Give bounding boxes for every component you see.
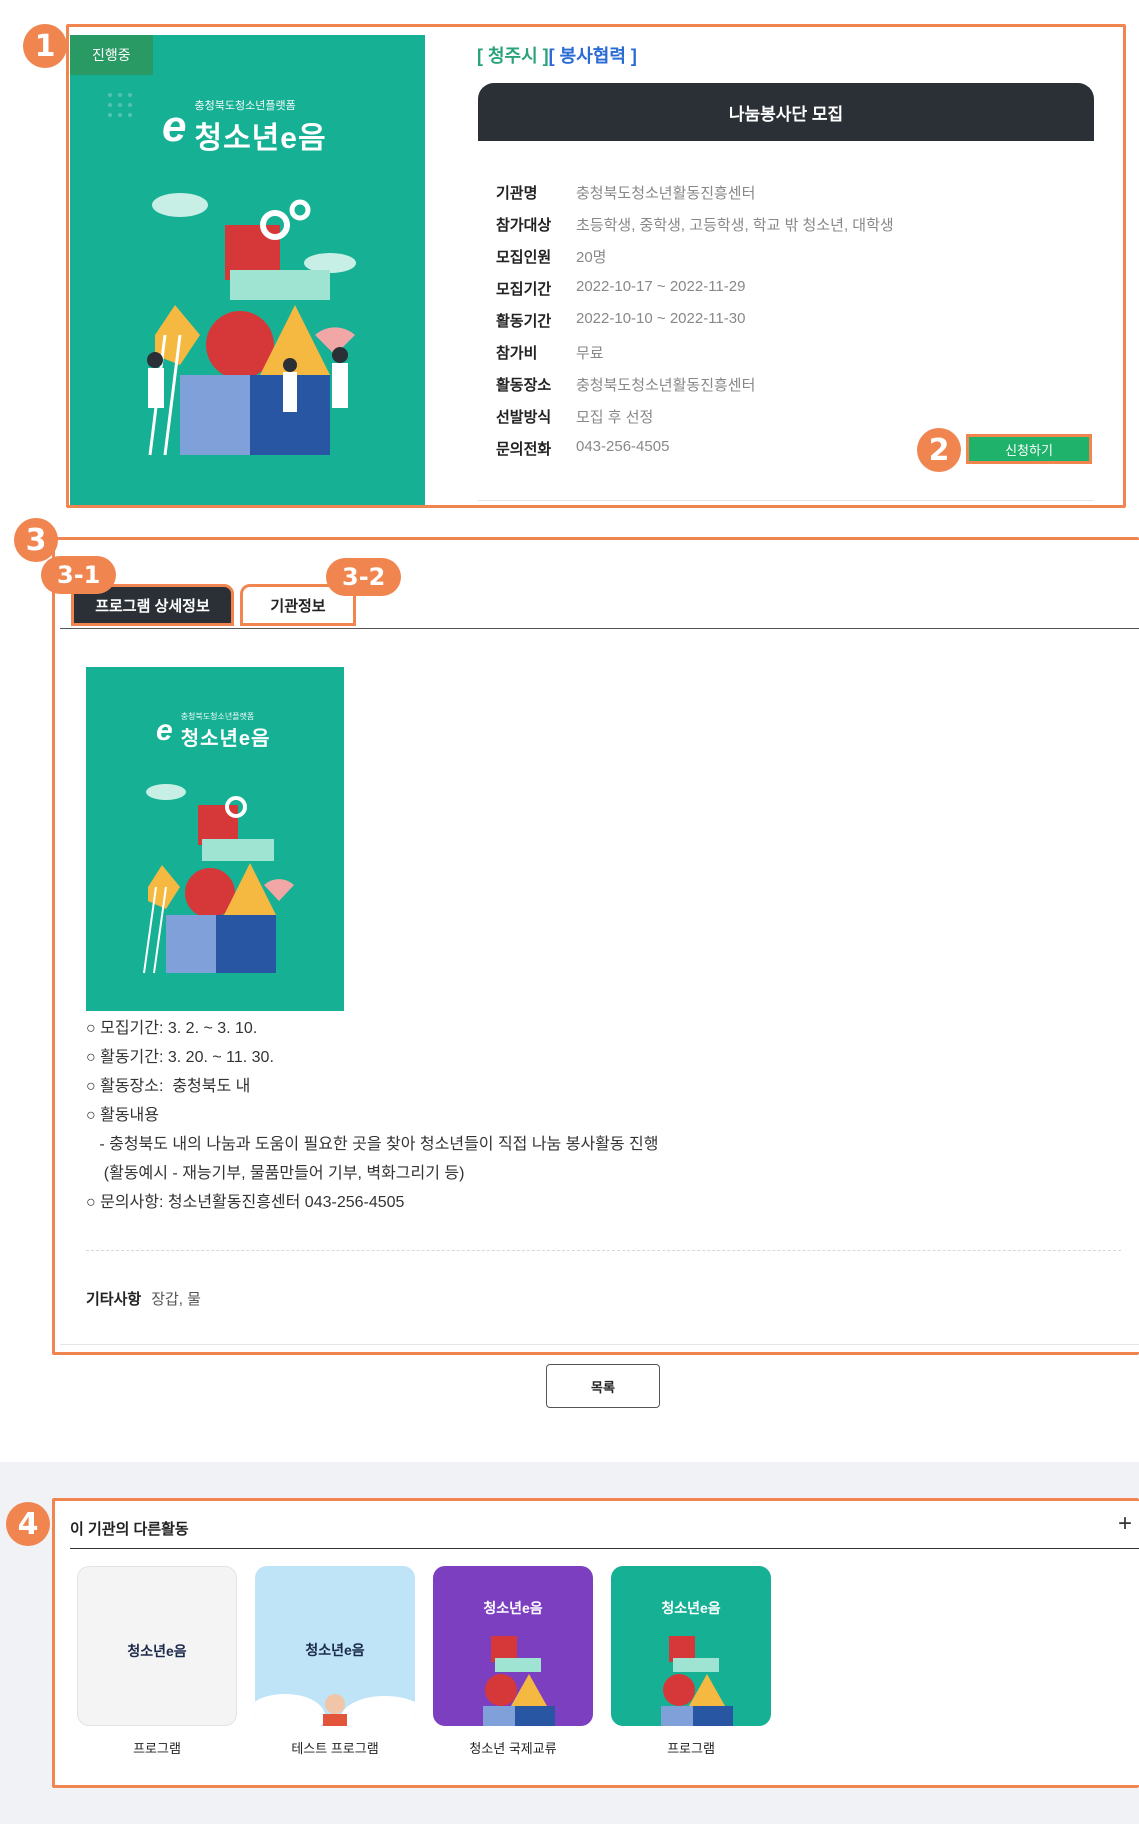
info-label: 모집인원 [496,249,552,266]
annotation-badge-2: 2 [917,428,961,472]
activity-card[interactable]: 청소년e음프로그램 [611,1566,771,1757]
detail-line: (활동예시 - 재능기부, 물품만들어 기부, 벽화그리기 등) [86,1165,465,1182]
info-row: 문의전화 043-256-4505 [496,438,669,459]
category-region[interactable]: [ 청주시 ] [477,46,549,66]
other-activities-title: 이 기관의 다른활동 [70,1521,189,1538]
info-label: 모집기간 [496,281,552,298]
activity-card[interactable]: 청소년e음프로그램 [77,1566,237,1757]
etc-info: 기타사항 장갑, 물 [86,1288,201,1309]
detail-poster-image: e 충청북도청소년플랫폼 청소년e음 [86,667,344,1011]
info-label: 선발방식 [496,409,552,426]
other-activities-line [70,1548,1139,1549]
activity-card-label: 테스트 프로그램 [291,1741,379,1756]
info-label: 활동기간 [496,313,552,330]
info-label: 문의전화 [496,441,552,458]
activity-thumbnail-logo: 청소년e음 [127,1643,187,1659]
info-row: 기관명 충청북도청소년활동진흥센터 [496,182,755,203]
info-row: 모집인원 20명 [496,246,607,267]
info-value: 충청북도청소년활동진흥센터 [576,185,756,202]
info-row: 참가대상 초등학생, 중학생, 고등학생, 학교 밖 청소년, 대학생 [496,214,894,235]
list-button[interactable]: 목록 [546,1364,660,1408]
program-category: [ 청주시 ][ 봉사협력 ] [477,42,637,68]
activity-card[interactable]: 청소년e음테스트 프로그램 [255,1566,415,1757]
etc-label: 기타사항 [86,1291,142,1308]
info-value: 충청북도청소년활동진흥센터 [576,377,756,394]
activity-thumbnail-illustration [483,1636,555,1726]
program-detail-text: ○ 모집기간: 3. 2. ~ 3. 10. ○ 활동기간: 3. 20. ~ 1… [86,1014,659,1217]
info-value: 초등학생, 중학생, 고등학생, 학교 밖 청소년, 대학생 [576,217,894,234]
activity-card-label: 프로그램 [133,1741,181,1756]
activity-thumbnail: 청소년e음 [611,1566,771,1726]
annotation-badge-1: 1 [23,24,67,68]
etc-value: 장갑, 물 [151,1291,201,1308]
annotation-badge-3-2: 3-2 [326,558,402,596]
info-row: 모집기간 2022-10-17 ~ 2022-11-29 [496,278,745,299]
activity-thumbnail: 청소년e음 [433,1566,593,1726]
detail-line: ○ 활동기간: 3. 20. ~ 11. 30. [86,1049,274,1066]
annotation-badge-4: 4 [6,1502,50,1546]
activity-thumbnail-illustration [255,1694,415,1726]
tab-underline [60,628,1139,629]
info-label: 참가대상 [496,217,552,234]
activity-card[interactable]: 청소년e음청소년 국제교류 [433,1566,593,1757]
category-type[interactable]: [ 봉사협력 ] [549,46,637,66]
info-value: 2022-10-10 ~ 2022-11-30 [576,310,746,327]
poster-illustration [108,93,356,456]
detail-divider [86,1250,1121,1251]
info-row: 활동기간 2022-10-10 ~ 2022-11-30 [496,310,745,331]
program-title: 나눔봉사단 모집 [478,83,1094,141]
info-row: 활동장소 충청북도청소년활동진흥센터 [496,374,755,395]
activity-card-label: 청소년 국제교류 [469,1741,557,1756]
annotation-badge-3-1: 3-1 [41,556,117,594]
detail-line: ○ 모집기간: 3. 2. ~ 3. 10. [86,1020,258,1037]
info-row: 선발방식 모집 후 선정 [496,406,653,427]
detail-bottom-line [60,1344,1139,1345]
info-label: 활동장소 [496,377,552,394]
info-value: 20명 [576,249,607,266]
info-value: 모집 후 선정 [576,409,654,426]
info-row: 참가비 무료 [496,342,604,363]
annotation-badge-3: 3 [14,518,58,562]
detail-poster-illustration [143,784,294,974]
detail-line: ○ 활동장소: 충청북도 내 [86,1078,251,1095]
info-value: 무료 [576,345,604,362]
detail-line: ○ 문의사항: 청소년활동진흥센터 043-256-4505 [86,1194,405,1211]
activity-thumbnail-illustration [661,1636,733,1726]
info-value: 043-256-4505 [576,438,670,455]
info-label: 기관명 [496,185,538,202]
more-plus-icon[interactable]: + [1118,1510,1132,1538]
apply-button[interactable]: 신청하기 [966,434,1092,464]
info-label: 참가비 [496,345,538,362]
info-value: 2022-10-17 ~ 2022-11-29 [576,278,746,295]
detail-line: ○ 활동내용 [86,1107,159,1124]
activity-thumbnail: 청소년e음 [77,1566,237,1726]
program-poster: 진행중 e 충청북도청소년플랫폼 청소년e음 [70,35,425,505]
activity-thumbnail: 청소년e음 [255,1566,415,1726]
activity-card-label: 프로그램 [667,1741,715,1756]
detail-line: - 충청북도 내의 나눔과 도움이 필요한 곳을 찾아 청소년들이 직접 나눔 … [86,1136,659,1153]
